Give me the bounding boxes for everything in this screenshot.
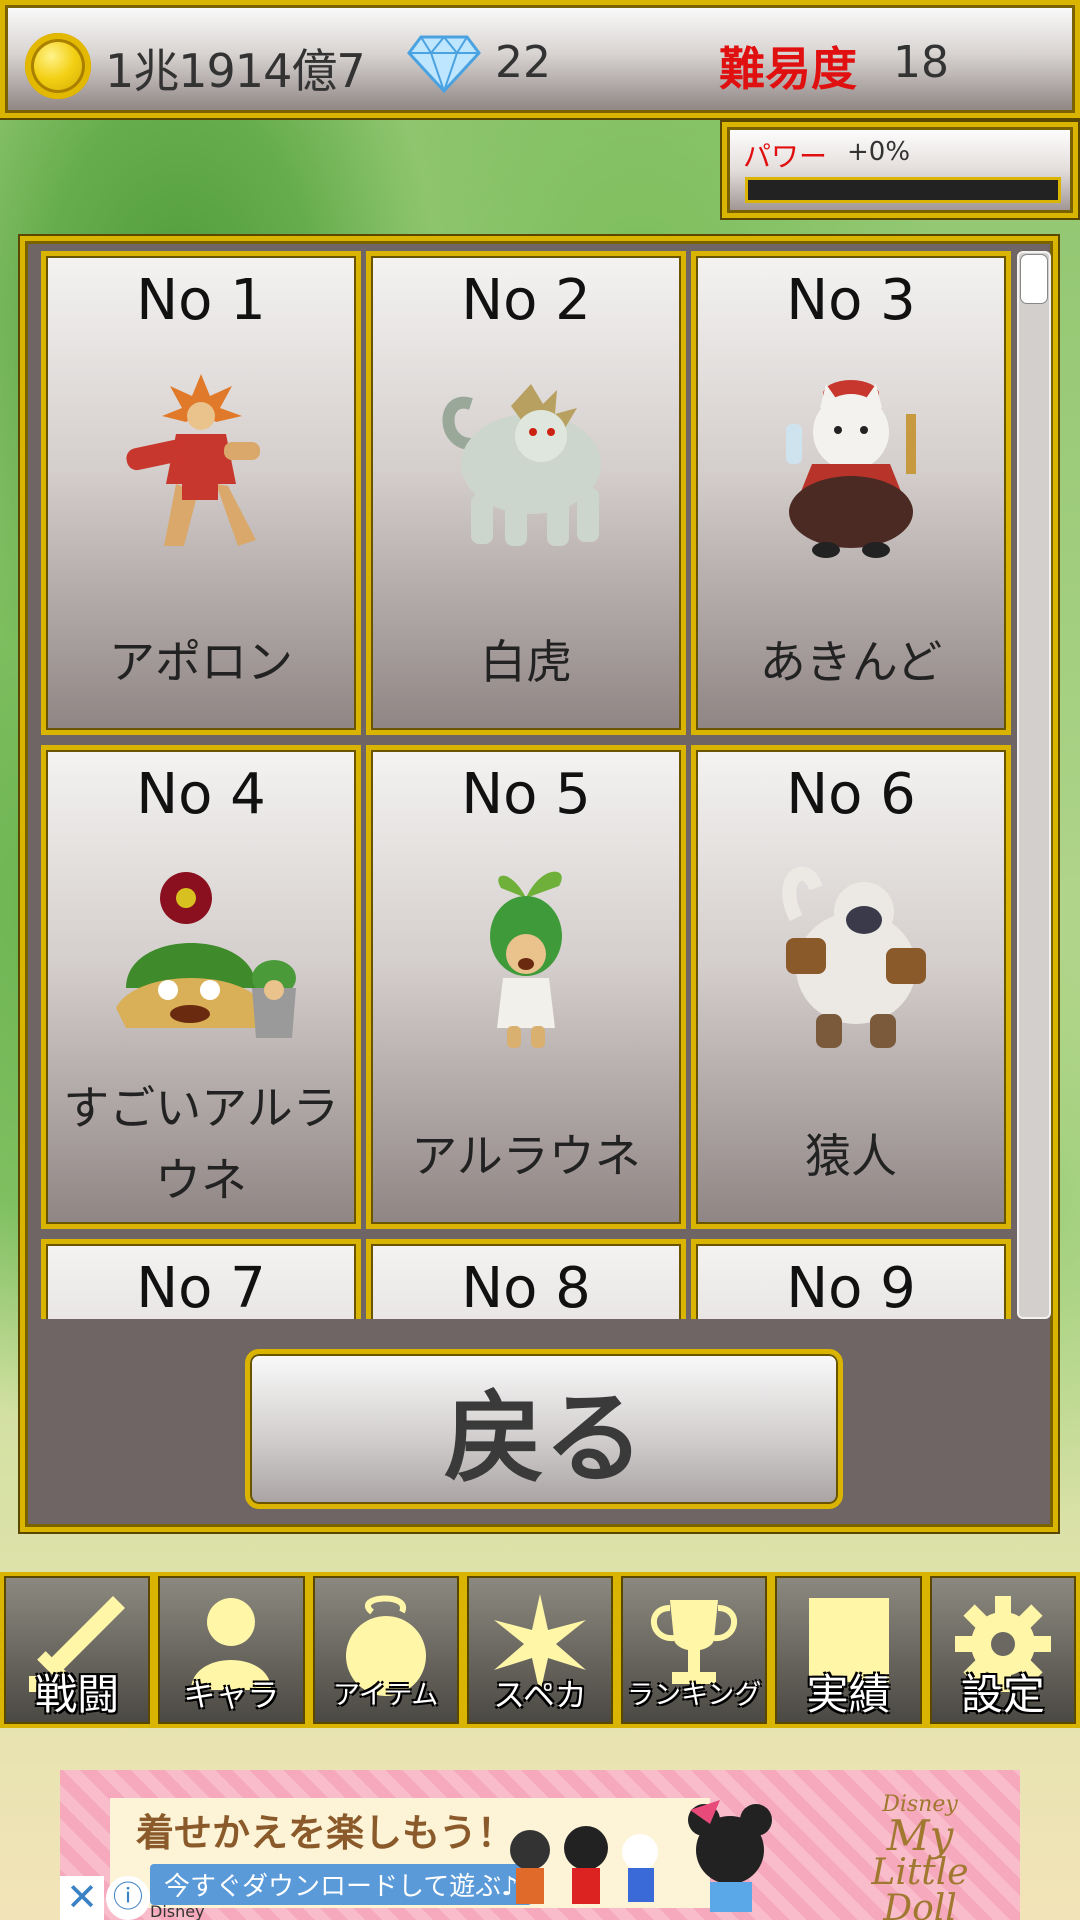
ad-characters-image xyxy=(510,1800,772,1912)
ad-banner[interactable]: 着せかえを楽しもう！ 今すぐダウンロードして遊ぶ♪ Disney Disney … xyxy=(60,1770,1020,1920)
white-tiger-sprite xyxy=(442,384,601,546)
power-label: パワー xyxy=(743,140,828,173)
money-amount: 1兆1914億7 xyxy=(105,44,366,98)
monster-name: 白虎 xyxy=(480,635,572,689)
monster-number: No 1 xyxy=(136,268,266,333)
monster-card-4[interactable]: No 4 すごいアルラウネ xyxy=(41,745,361,1229)
ad-brand: Disney xyxy=(150,1902,205,1920)
monster-name: アルラウネ xyxy=(411,1129,641,1183)
ad-headline: 着せかえを楽しもう！ xyxy=(136,1811,515,1855)
nav-label: 戦闘 xyxy=(35,1670,120,1719)
monster-number: No 7 xyxy=(136,1256,266,1319)
ad-close-icon[interactable]: ✕ xyxy=(60,1876,104,1920)
nav-character[interactable]: キャラ xyxy=(154,1572,309,1728)
monster-number: No 5 xyxy=(461,762,591,827)
nav-spell-card[interactable]: スペカ xyxy=(462,1572,618,1728)
back-button[interactable]: 戻る xyxy=(245,1349,843,1509)
monster-number: No 8 xyxy=(461,1256,591,1319)
monster-name: 猿人 xyxy=(805,1129,897,1183)
nav-battle[interactable]: 戦闘 xyxy=(0,1572,155,1728)
monster-card-5[interactable]: No 5 アルラウネ xyxy=(366,745,686,1229)
apollo-sprite xyxy=(126,374,260,546)
merchant-cat-sprite xyxy=(786,380,916,558)
diamond-icon xyxy=(407,35,481,93)
nav-achievements[interactable]: 実績 xyxy=(771,1572,926,1728)
nav-label: 設定 xyxy=(960,1670,1045,1719)
monster-card-1[interactable]: No 1 アポロン xyxy=(41,251,361,735)
nav-item[interactable]: アイテム xyxy=(308,1572,463,1728)
coin-icon xyxy=(25,33,91,99)
scroll-thumb[interactable] xyxy=(1021,255,1047,303)
monster-list-panel: No 1 アポロン No 2 白虎 No 3 あきんど No 4 すごいアルラウ… xyxy=(20,236,1058,1532)
ad-subline: 今すぐダウンロードして遊ぶ♪ xyxy=(150,1864,532,1905)
monster-number: No 2 xyxy=(461,268,591,333)
monster-card-3[interactable]: No 3 あきんど xyxy=(691,251,1011,735)
monster-card-6[interactable]: No 6 猿人 xyxy=(691,745,1011,1229)
great-alraune-sprite xyxy=(116,872,296,1038)
power-gauge xyxy=(745,177,1061,203)
nav-ranking[interactable]: ランキング xyxy=(617,1572,772,1728)
ape-man-sprite xyxy=(782,866,926,1048)
monster-name: あきんど xyxy=(759,635,943,689)
monster-name: すごいアルラウネ xyxy=(63,1081,339,1207)
status-bar: 1兆1914億7 22 難易度 18 xyxy=(0,0,1080,118)
monster-number: No 4 xyxy=(136,762,266,827)
monster-card-2[interactable]: No 2 白虎 xyxy=(366,251,686,735)
power-value: +0% xyxy=(847,137,911,167)
alraune-sprite xyxy=(490,871,562,1048)
grid-scrollbar[interactable] xyxy=(1017,251,1051,1319)
ad-logo: Disney My Little Doll xyxy=(871,1792,969,1920)
nav-settings[interactable]: 設定 xyxy=(925,1572,1080,1728)
difficulty-label: 難易度 xyxy=(719,42,857,96)
nav-label: ランキング xyxy=(627,1680,762,1711)
monster-grid: No 1 アポロン No 2 白虎 No 3 あきんど No 4 すごいアルラウ… xyxy=(41,251,1021,1319)
monster-card-9[interactable]: No 9 xyxy=(691,1239,1011,1319)
nav-label: 実績 xyxy=(806,1670,891,1719)
nav-label: アイテム xyxy=(333,1680,439,1711)
bottom-nav: 戦闘 キャラ アイテム スペカ ランキング 実績 設定 xyxy=(0,1572,1080,1728)
nav-label: スペカ xyxy=(493,1676,587,1714)
monster-number: No 9 xyxy=(786,1256,916,1319)
monster-card-8[interactable]: No 8 xyxy=(366,1239,686,1319)
difficulty-value: 18 xyxy=(893,37,949,88)
monster-card-7[interactable]: No 7 xyxy=(41,1239,361,1319)
nav-label: キャラ xyxy=(183,1676,280,1714)
monster-name: アポロン xyxy=(109,635,293,689)
gem-count: 22 xyxy=(495,37,551,88)
monster-number: No 6 xyxy=(786,762,916,827)
ad-info-icon[interactable]: ⓘ xyxy=(106,1876,150,1920)
monster-number: No 3 xyxy=(786,268,916,333)
power-panel: パワー +0% xyxy=(722,122,1078,218)
monster-grid-viewport[interactable]: No 1 アポロン No 2 白虎 No 3 あきんど No 4 すごいアルラウ… xyxy=(41,251,1021,1319)
